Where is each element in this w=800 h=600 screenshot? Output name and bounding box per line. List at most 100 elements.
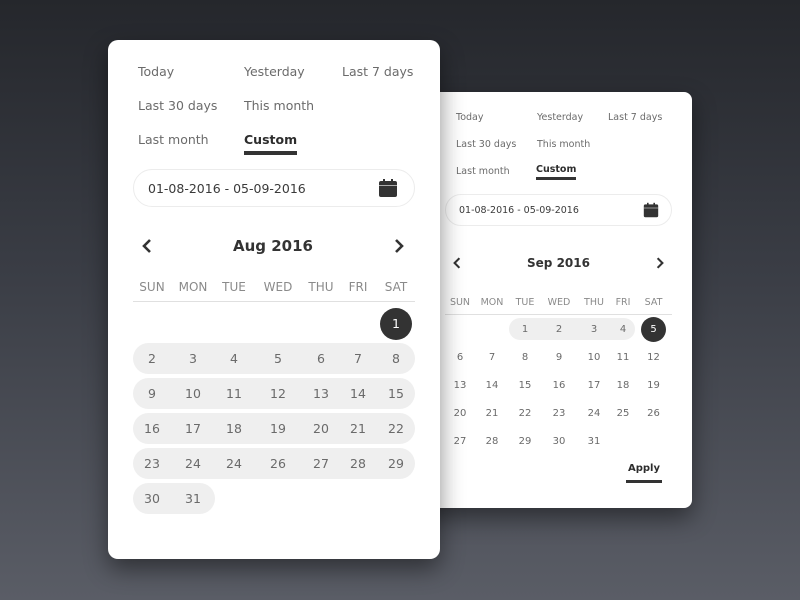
- day-cell[interactable]: 17: [577, 371, 611, 399]
- day-number: 9: [555, 351, 563, 363]
- day-cell[interactable]: 7: [475, 343, 509, 371]
- day-number: 15: [388, 386, 404, 401]
- day-cell[interactable]: 24: [577, 399, 611, 427]
- day-cell[interactable]: 10: [577, 343, 611, 371]
- day-cell[interactable]: 13: [445, 371, 475, 399]
- day-cell[interactable]: 31: [577, 427, 611, 455]
- day-cell[interactable]: 14: [339, 376, 377, 411]
- day-cell-selected[interactable]: 1: [377, 306, 415, 341]
- next-month-button[interactable]: [394, 239, 404, 253]
- weekday-label: THU: [584, 297, 604, 308]
- day-cell[interactable]: 16: [133, 411, 171, 446]
- day-cell[interactable]: 19: [253, 411, 303, 446]
- calendar-week: 30 31: [133, 481, 415, 516]
- preset-this-month[interactable]: This month: [537, 139, 590, 150]
- day-cell[interactable]: 29: [377, 446, 415, 481]
- day-cell[interactable]: 2: [133, 341, 171, 376]
- date-picker-start: Today Yesterday Last 7 days Last 30 days…: [108, 40, 440, 559]
- day-cell-selected[interactable]: 5: [635, 315, 672, 343]
- date-picker-end: Today Yesterday Last 7 days Last 30 days…: [420, 92, 692, 508]
- day-cell[interactable]: 1: [509, 315, 541, 343]
- day-cell[interactable]: 20: [303, 411, 339, 446]
- day-cell[interactable]: 15: [509, 371, 541, 399]
- preset-this-month[interactable]: This month: [244, 98, 314, 113]
- day-cell[interactable]: 23: [541, 399, 577, 427]
- day-cell[interactable]: 24: [215, 446, 253, 481]
- day-cell[interactable]: 18: [611, 371, 635, 399]
- preset-today[interactable]: Today: [138, 64, 174, 79]
- calendar-week: 16 17 18 19 20 21 22: [133, 411, 415, 446]
- preset-last-30-days[interactable]: Last 30 days: [456, 139, 516, 150]
- calendar-icon[interactable]: [378, 178, 398, 198]
- day-cell[interactable]: 21: [339, 411, 377, 446]
- day-cell[interactable]: 26: [253, 446, 303, 481]
- preset-last-month[interactable]: Last month: [456, 166, 510, 177]
- day-cell[interactable]: 11: [215, 376, 253, 411]
- date-range-input[interactable]: 01-08-2016 - 05-09-2016: [445, 194, 672, 226]
- day-cell[interactable]: 31: [171, 481, 215, 516]
- day-cell[interactable]: 3: [577, 315, 611, 343]
- day-cell[interactable]: 12: [253, 376, 303, 411]
- day-cell[interactable]: 3: [171, 341, 215, 376]
- prev-month-button[interactable]: [453, 257, 461, 269]
- day-cell[interactable]: 12: [635, 343, 672, 371]
- day-number: 13: [313, 386, 329, 401]
- day-cell[interactable]: 6: [445, 343, 475, 371]
- day-cell[interactable]: 28: [475, 427, 509, 455]
- preset-yesterday[interactable]: Yesterday: [244, 64, 305, 79]
- next-month-button[interactable]: [656, 257, 664, 269]
- prev-month-button[interactable]: [142, 239, 152, 253]
- day-cell[interactable]: 28: [339, 446, 377, 481]
- preset-last-7-days[interactable]: Last 7 days: [608, 112, 662, 123]
- day-number: 13: [453, 379, 467, 391]
- day-cell[interactable]: 27: [445, 427, 475, 455]
- day-cell[interactable]: 4: [611, 315, 635, 343]
- day-cell[interactable]: 24: [171, 446, 215, 481]
- day-cell[interactable]: 8: [509, 343, 541, 371]
- day-cell[interactable]: 13: [303, 376, 339, 411]
- day-cell[interactable]: 26: [635, 399, 672, 427]
- preset-today[interactable]: Today: [456, 112, 483, 123]
- apply-button[interactable]: Apply: [625, 463, 663, 483]
- chevron-left-icon: [142, 239, 151, 253]
- day-cell[interactable]: 22: [377, 411, 415, 446]
- day-cell[interactable]: 14: [475, 371, 509, 399]
- day-cell[interactable]: 27: [303, 446, 339, 481]
- day-cell[interactable]: 18: [215, 411, 253, 446]
- day-cell[interactable]: 11: [611, 343, 635, 371]
- empty-day-cell: [253, 306, 303, 341]
- preset-last-7-days[interactable]: Last 7 days: [342, 64, 413, 79]
- preset-last-month[interactable]: Last month: [138, 132, 209, 147]
- day-cell[interactable]: 5: [253, 341, 303, 376]
- day-cell[interactable]: 17: [171, 411, 215, 446]
- day-number: 20: [453, 407, 467, 419]
- empty-day-cell: [215, 306, 253, 341]
- date-range-input[interactable]: 01-08-2016 - 05-09-2016: [133, 169, 415, 207]
- preset-last-30-days[interactable]: Last 30 days: [138, 98, 217, 113]
- day-cell[interactable]: 9: [541, 343, 577, 371]
- day-cell[interactable]: 2: [541, 315, 577, 343]
- day-cell[interactable]: 6: [303, 341, 339, 376]
- day-cell[interactable]: 4: [215, 341, 253, 376]
- preset-yesterday[interactable]: Yesterday: [537, 112, 583, 123]
- calendar-icon[interactable]: [643, 202, 659, 218]
- day-cell[interactable]: 22: [509, 399, 541, 427]
- day-cell[interactable]: 7: [339, 341, 377, 376]
- day-cell[interactable]: 9: [133, 376, 171, 411]
- day-cell[interactable]: 23: [133, 446, 171, 481]
- empty-day-cell: [377, 481, 415, 516]
- day-cell[interactable]: 29: [509, 427, 541, 455]
- preset-custom[interactable]: Custom: [536, 164, 577, 180]
- day-cell[interactable]: 25: [611, 399, 635, 427]
- day-cell[interactable]: 20: [445, 399, 475, 427]
- empty-day-cell: [339, 481, 377, 516]
- preset-custom[interactable]: Custom: [244, 132, 298, 155]
- day-cell[interactable]: 15: [377, 376, 415, 411]
- day-cell[interactable]: 30: [133, 481, 171, 516]
- day-cell[interactable]: 21: [475, 399, 509, 427]
- day-cell[interactable]: 30: [541, 427, 577, 455]
- day-cell[interactable]: 10: [171, 376, 215, 411]
- day-cell[interactable]: 8: [377, 341, 415, 376]
- day-cell[interactable]: 19: [635, 371, 672, 399]
- day-cell[interactable]: 16: [541, 371, 577, 399]
